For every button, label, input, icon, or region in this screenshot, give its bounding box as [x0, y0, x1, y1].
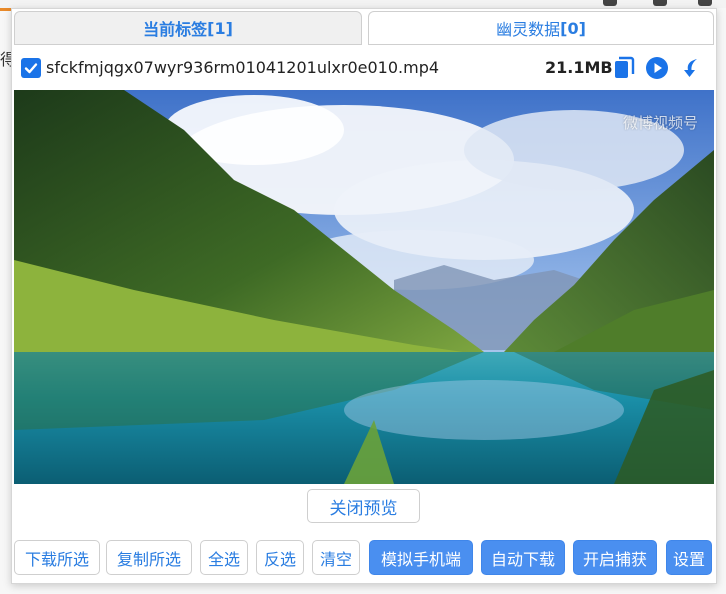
mobile-mode-button[interactable]: 模拟手机端 [369, 540, 473, 575]
tab-current[interactable]: 当前标签 [1] [14, 11, 362, 45]
download-icon[interactable] [678, 56, 702, 80]
video-preview[interactable]: 微博视频号 [14, 90, 714, 484]
landscape-thumbnail [14, 90, 714, 484]
tab-bar: 当前标签 [1] 幽灵数据 [0] [12, 9, 716, 47]
extension-icon [653, 0, 667, 6]
file-size: 21.1MB [545, 58, 613, 77]
browser-toolbar-edge [0, 0, 726, 8]
download-selected-button[interactable]: 下载所选 [14, 540, 100, 575]
copy-selected-button[interactable]: 复制所选 [106, 540, 192, 575]
close-preview-button[interactable]: 关闭预览 [307, 489, 420, 523]
file-checkbox[interactable] [21, 58, 41, 78]
check-icon [24, 63, 38, 74]
tab-ghost-label: 幽灵数据 [496, 20, 561, 39]
play-icon[interactable] [645, 56, 669, 80]
extension-icon [603, 0, 617, 6]
select-all-button[interactable]: 全选 [200, 540, 248, 575]
tab-ghost[interactable]: 幽灵数据 [0] [368, 11, 714, 45]
tab-current-label: 当前标签 [143, 20, 208, 39]
capture-button[interactable]: 开启捕获 [573, 540, 657, 575]
action-bar: 下载所选 复制所选 全选 反选 清空 模拟手机端 自动下载 开启捕获 设置 [14, 540, 714, 576]
copy-icon[interactable] [612, 56, 636, 80]
tab-current-count: [1] [207, 18, 233, 38]
extension-icon [698, 0, 712, 6]
video-watermark: 微博视频号 [622, 114, 698, 132]
file-row: sfckfmjqgx07wyr936rm01041201ulxr0e010.mp… [12, 49, 716, 89]
file-name: sfckfmjqgx07wyr936rm01041201ulxr0e010.mp… [46, 58, 440, 77]
invert-selection-button[interactable]: 反选 [256, 540, 304, 575]
auto-download-button[interactable]: 自动下载 [481, 540, 565, 575]
settings-button[interactable]: 设置 [666, 540, 712, 575]
clear-button[interactable]: 清空 [312, 540, 360, 575]
tab-ghost-count: [0] [560, 18, 586, 38]
extension-popup: 当前标签 [1] 幽灵数据 [0] sfckfmjqgx07wyr936rm0104… [11, 8, 717, 584]
